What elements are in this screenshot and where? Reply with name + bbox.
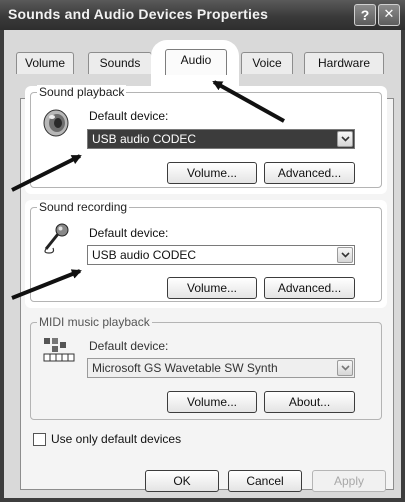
properties-window: Sounds and Audio Devices Properties ? ✕ … (0, 0, 405, 502)
arrow-to-recording-device (11, 269, 82, 300)
annotation-arrows (11, 80, 285, 300)
arrow-to-audio-tab (212, 80, 285, 123)
arrow-to-playback-device (11, 154, 82, 192)
